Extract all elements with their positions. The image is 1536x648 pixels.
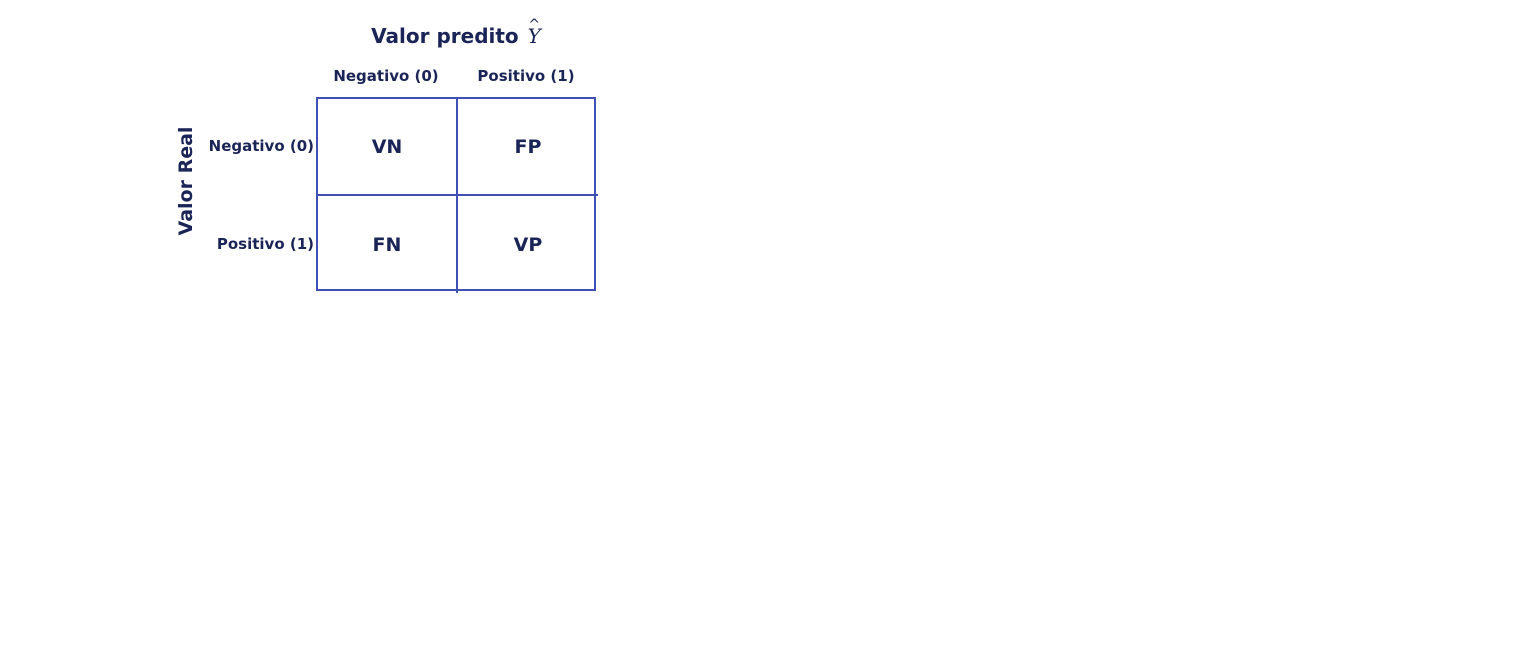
column-label-positive: Positivo (1) <box>477 67 575 85</box>
y-hat-symbol: Y <box>528 11 541 50</box>
cell-false-negative: FN <box>318 196 458 293</box>
cell-false-positive: FP <box>458 99 598 196</box>
confusion-matrix-diagram: Valor predito Y Negativo (0) Positivo (1… <box>0 0 1536 648</box>
row-label-positive: Positivo (1) <box>216 235 314 253</box>
column-label-negative: Negativo (0) <box>333 67 439 85</box>
row-axis-label: Valor Real <box>175 126 197 236</box>
cell-true-negative: VN <box>318 99 458 196</box>
diagram-title: Valor predito Y <box>316 11 596 50</box>
matrix-grid: VN FP FN VP <box>316 97 598 293</box>
row-label-negative: Negativo (0) <box>208 137 314 155</box>
title-text: Valor predito <box>371 24 519 48</box>
cell-true-positive: VP <box>513 233 543 256</box>
